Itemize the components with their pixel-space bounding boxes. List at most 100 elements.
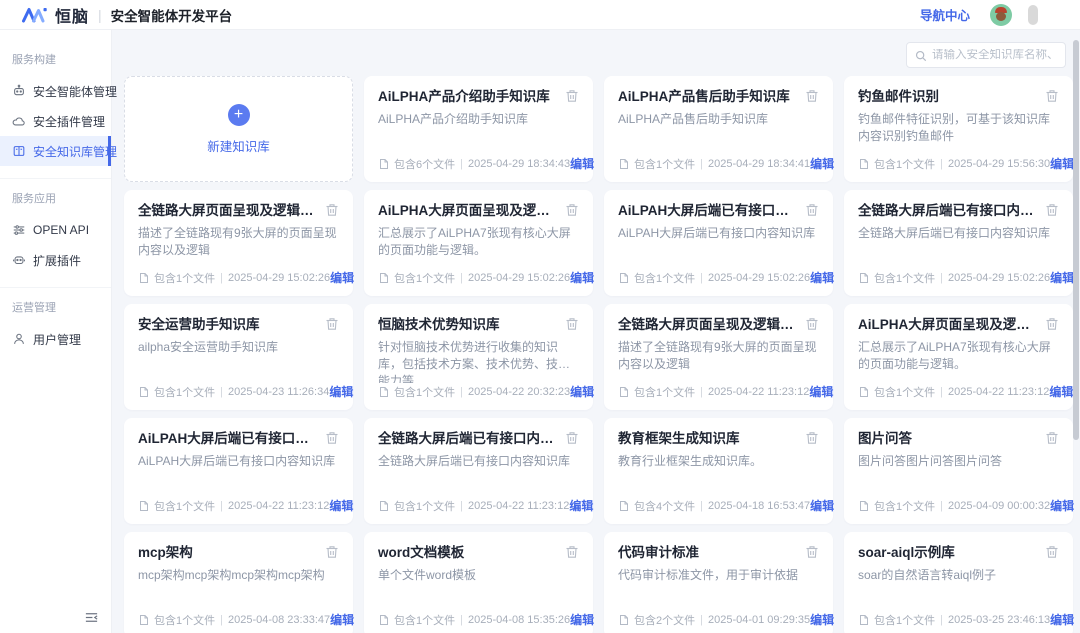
edit-button[interactable]: 编辑 <box>810 155 834 172</box>
edit-button[interactable]: 编辑 <box>330 269 354 286</box>
delete-icon[interactable] <box>325 203 339 217</box>
timestamp: 2025-04-22 11:23:12 <box>468 500 569 512</box>
edit-button[interactable]: 编辑 <box>809 383 833 400</box>
delete-icon[interactable] <box>565 317 579 331</box>
delete-icon[interactable] <box>805 317 819 331</box>
delete-icon[interactable] <box>565 545 579 559</box>
knowledge-base-card[interactable]: AiLPAH大屏后端已有接口内容知识库h AiLPAH大屏后端已有接口内容知识库… <box>604 190 833 296</box>
footer-separator: | <box>460 614 463 626</box>
knowledge-base-card[interactable]: 图片问答 图片问答图片问答图片问答 包含1个文件 | 2025-04-09 <box>844 418 1073 524</box>
edit-button[interactable]: 编辑 <box>810 497 834 514</box>
delete-icon[interactable] <box>1045 431 1059 445</box>
knowledge-base-card[interactable]: 钓鱼邮件识别 钓鱼邮件特征识别，可基于该知识库内容识别钓鱼邮件 包含1个文件 | <box>844 76 1073 182</box>
delete-icon[interactable] <box>805 545 819 559</box>
sidebar-item-agent-management[interactable]: 安全智能体管理 <box>0 76 111 106</box>
timestamp: 2025-04-29 18:34:41 <box>708 158 810 170</box>
knowledge-base-card[interactable]: 全链路大屏后端已有接口内容知识库hwf 全链路大屏后端已有接口内容知识库 包含1… <box>844 190 1073 296</box>
file-count: 包含1个文件 <box>154 612 215 628</box>
delete-icon[interactable] <box>565 431 579 445</box>
delete-icon[interactable] <box>325 545 339 559</box>
knowledge-base-card[interactable]: 全链路大屏页面呈现及逻辑描述知识库... 描述了全链路现有9张大屏的页面呈现内容… <box>124 190 353 296</box>
knowledge-base-card[interactable]: 全链路大屏页面呈现及逻辑描述知识库 描述了全链路现有9张大屏的页面呈现内容以及逻… <box>604 304 833 410</box>
knowledge-base-card[interactable]: soar-aiql示例库 soar的自然语言转aiql例子 包含1个文件 | <box>844 532 1073 633</box>
sidebar-item-label: OPEN API <box>33 223 89 237</box>
edit-button[interactable]: 编辑 <box>570 155 594 172</box>
edit-button[interactable]: 编辑 <box>329 383 353 400</box>
header-pill <box>1028 5 1038 25</box>
knowledge-base-card[interactable]: 代码审计标准 代码审计标准文件，用于审计依据 包含2个文件 | 2025-0 <box>604 532 833 633</box>
card-description: ailpha安全运营助手知识库 <box>138 339 339 383</box>
card-header: AiLPHA产品售后助手知识库 <box>618 88 819 106</box>
sidebar-section-build: 服务构建 安全智能体管理 安全插件管理 <box>0 40 111 172</box>
search-input[interactable] <box>932 49 1057 61</box>
edit-button[interactable]: 编辑 <box>1050 497 1074 514</box>
create-knowledge-base-label: 新建知识库 <box>207 136 270 155</box>
delete-icon[interactable] <box>805 431 819 445</box>
card-title: 钓鱼邮件识别 <box>858 88 1039 106</box>
card-description: 描述了全链路现有9张大屏的页面呈现内容以及逻辑 <box>138 225 339 269</box>
card-description: 全链路大屏后端已有接口内容知识库 <box>378 453 579 497</box>
edit-button[interactable]: 编辑 <box>569 497 593 514</box>
create-knowledge-base-card[interactable]: + 新建知识库 <box>124 76 353 182</box>
sidebar: 服务构建 安全智能体管理 安全插件管理 <box>0 30 112 633</box>
edit-button[interactable]: 编辑 <box>570 269 594 286</box>
knowledge-base-card[interactable]: 恒脑技术优势知识库 针对恒脑技术优势进行收集的知识库，包括技术方案、技术优势、技… <box>364 304 593 410</box>
file-icon <box>138 272 150 284</box>
edit-button[interactable]: 编辑 <box>810 269 834 286</box>
edit-button[interactable]: 编辑 <box>810 611 834 628</box>
delete-icon[interactable] <box>805 89 819 103</box>
delete-icon[interactable] <box>565 203 579 217</box>
card-footer: 包含1个文件 | 2025-04-22 11:23:12 编辑 <box>618 383 819 400</box>
knowledge-base-card[interactable]: word文档模板 单个文件word模板 包含1个文件 | 2025-04-0 <box>364 532 593 633</box>
sidebar-item-knowledge-management[interactable]: 安全知识库管理 <box>0 136 111 166</box>
card-footer: 包含1个文件 | 2025-04-22 11:23:12 编辑 <box>378 497 579 514</box>
sidebar-item-extension-plugins[interactable]: 扩展插件 <box>0 245 111 275</box>
sidebar-collapse-icon[interactable] <box>84 610 99 625</box>
delete-icon[interactable] <box>565 89 579 103</box>
nav-center-link[interactable]: 导航中心 <box>920 5 970 24</box>
edit-button[interactable]: 编辑 <box>1050 155 1074 172</box>
edit-button[interactable]: 编辑 <box>1050 611 1074 628</box>
page-title: 安全智能体开发平台 <box>111 5 233 25</box>
card-description: mcp架构mcp架构mcp架构mcp架构 <box>138 567 339 611</box>
knowledge-base-card[interactable]: AiLPHA大屏页面呈现及逻辑描述知识库 汇总展示了AiLPHA7张现有核心大屏… <box>844 304 1073 410</box>
edit-button[interactable]: 编辑 <box>570 383 594 400</box>
card-title: 恒脑技术优势知识库 <box>378 316 559 334</box>
knowledge-base-card[interactable]: AiLPHA产品售后助手知识库 AiLPHA产品售后助手知识库 包含1个文件 | <box>604 76 833 182</box>
knowledge-base-card[interactable]: mcp架构 mcp架构mcp架构mcp架构mcp架构 包含1个文件 | 20 <box>124 532 353 633</box>
user-icon <box>12 332 26 346</box>
knowledge-base-card[interactable]: 安全运营助手知识库 ailpha安全运营助手知识库 包含1个文件 | 202 <box>124 304 353 410</box>
delete-icon[interactable] <box>325 317 339 331</box>
edit-button[interactable]: 编辑 <box>330 611 354 628</box>
edit-button[interactable]: 编辑 <box>570 611 594 628</box>
edit-button[interactable]: 编辑 <box>329 497 353 514</box>
avatar[interactable] <box>990 4 1012 26</box>
card-description: AiLPAH大屏后端已有接口内容知识库 <box>138 453 339 497</box>
knowledge-base-card[interactable]: AiLPHA大屏页面呈现及逻辑描述知hw 汇总展示了AiLPHA7张现有核心大屏… <box>364 190 593 296</box>
delete-icon[interactable] <box>1045 317 1059 331</box>
edit-button[interactable]: 编辑 <box>1049 383 1073 400</box>
scrollbar-thumb[interactable] <box>1073 40 1079 440</box>
sidebar-item-open-api[interactable]: OPEN API <box>0 215 111 245</box>
footer-separator: | <box>460 500 463 512</box>
delete-icon[interactable] <box>1045 203 1059 217</box>
delete-icon[interactable] <box>1045 545 1059 559</box>
card-title: 代码审计标准 <box>618 544 799 562</box>
sidebar-item-user-management[interactable]: 用户管理 <box>0 324 111 354</box>
knowledge-base-card[interactable]: 全链路大屏后端已有接口内容知识库 全链路大屏后端已有接口内容知识库 包含1个文件… <box>364 418 593 524</box>
knowledge-base-card[interactable]: AiLPAH大屏后端已有接口内容知识库 AiLPAH大屏后端已有接口内容知识库 … <box>124 418 353 524</box>
delete-icon[interactable] <box>325 431 339 445</box>
delete-icon[interactable] <box>805 203 819 217</box>
card-footer: 包含1个文件 | 2025-04-23 11:26:34 编辑 <box>138 383 339 400</box>
footer-separator: | <box>700 386 703 398</box>
search-box[interactable] <box>906 42 1066 68</box>
edit-button[interactable]: 编辑 <box>1050 269 1074 286</box>
delete-icon[interactable] <box>1045 89 1059 103</box>
app-header: 恒脑 | 安全智能体开发平台 导航中心 <box>0 0 1080 30</box>
timestamp: 2025-04-22 11:23:12 <box>708 386 809 398</box>
knowledge-base-card[interactable]: AiLPHA产品介绍助手知识库 AiLPHA产品介绍助手知识库 包含6个文件 | <box>364 76 593 182</box>
knowledge-base-card[interactable]: 教育框架生成知识库 教育行业框架生成知识库。 包含4个文件 | 2025-0 <box>604 418 833 524</box>
sidebar-item-plugin-management[interactable]: 安全插件管理 <box>0 106 111 136</box>
sidebar-item-label: 安全知识库管理 <box>33 143 117 160</box>
file-count: 包含1个文件 <box>634 384 695 400</box>
